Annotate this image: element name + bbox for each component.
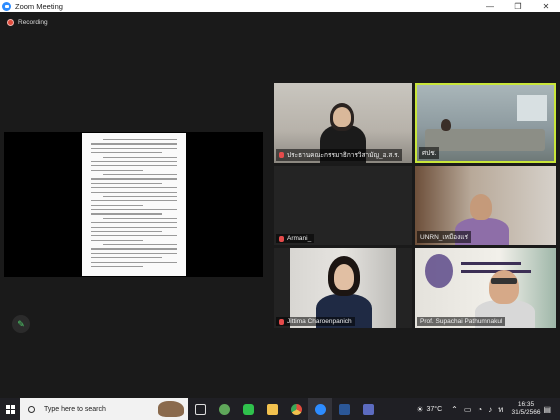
video-tile-active-speaker[interactable]: ศปช. [415,83,556,163]
battery-icon[interactable]: ▭ [464,405,472,414]
close-button[interactable]: ✕ [532,0,560,12]
title-bar: Zoom Meeting — ❐ ✕ [0,0,560,12]
participant-name: Armani_ [287,235,312,242]
minimize-button[interactable]: — [476,0,504,12]
screen-share-view[interactable] [4,132,263,277]
start-button[interactable] [0,398,20,420]
mail-icon[interactable] [356,398,380,420]
participant-name: Prof. Supachai Pathumnakul [420,318,503,325]
recording-indicator[interactable]: Recording [7,19,48,26]
line-app-icon[interactable] [236,398,260,420]
notifications-icon[interactable]: ▤ [543,405,551,414]
participant-name: ประธานคณะกรรมาธิการวิสามัญ_อ.ส.ร. [287,152,400,159]
participant-name: UNRN_เหมืองแร่ [420,234,468,241]
annotate-pencil-icon[interactable]: ✎ [12,315,30,333]
file-explorer-icon[interactable] [260,398,284,420]
task-view-icon[interactable] [188,398,212,420]
taskbar-clock[interactable]: 16:35 31/5/2566 [512,401,541,417]
search-highlight-image [158,401,184,417]
language-icon[interactable]: ท [498,403,503,416]
shared-document [82,133,186,276]
windows-logo-icon [5,404,15,414]
mic-muted-icon [279,152,284,158]
mic-muted-icon [279,318,284,325]
video-tile[interactable]: Prof. Supachai Pathumnakul [415,248,556,328]
wifi-icon[interactable]: ◔ [477,405,482,414]
search-placeholder: Type here to search [44,405,106,413]
participant-name: Jittima Charoenpanich [287,318,352,325]
video-tile[interactable]: Jittima Charoenpanich [274,248,412,328]
window-title: Zoom Meeting [15,1,63,11]
participant-name: ศปช. [422,150,437,157]
weather-icon[interactable]: ☀ [416,405,423,414]
video-tile[interactable]: UNRN_เหมืองแร่ [415,166,556,245]
recording-label: Recording [18,19,48,26]
word-icon[interactable] [332,398,356,420]
maximize-button[interactable]: ❐ [504,0,532,12]
video-tile[interactable]: Armani_ [274,166,412,245]
mic-muted-icon [279,235,284,242]
system-tray: ☀ 37°C ⌃ ▭ ◔ ♪ ท 16:35 31/5/2566 ▤ [413,398,554,420]
video-tile[interactable]: ประธานคณะกรรมาธิการวิสามัญ_อ.ส.ร. [274,83,412,163]
record-icon [7,19,14,26]
weather-temperature[interactable]: 37°C [426,406,442,413]
app-icon[interactable] [212,398,236,420]
chevron-up-icon[interactable]: ⌃ [451,405,458,414]
clock-time: 16:35 [517,401,535,408]
search-icon [28,405,35,413]
clock-date: 31/5/2566 [511,409,541,416]
zoom-app-icon[interactable] [308,398,332,420]
taskbar-search-box[interactable]: Type here to search [20,398,188,420]
zoom-logo-icon [2,1,11,11]
chrome-icon[interactable] [284,398,308,420]
volume-icon[interactable]: ♪ [488,405,492,414]
